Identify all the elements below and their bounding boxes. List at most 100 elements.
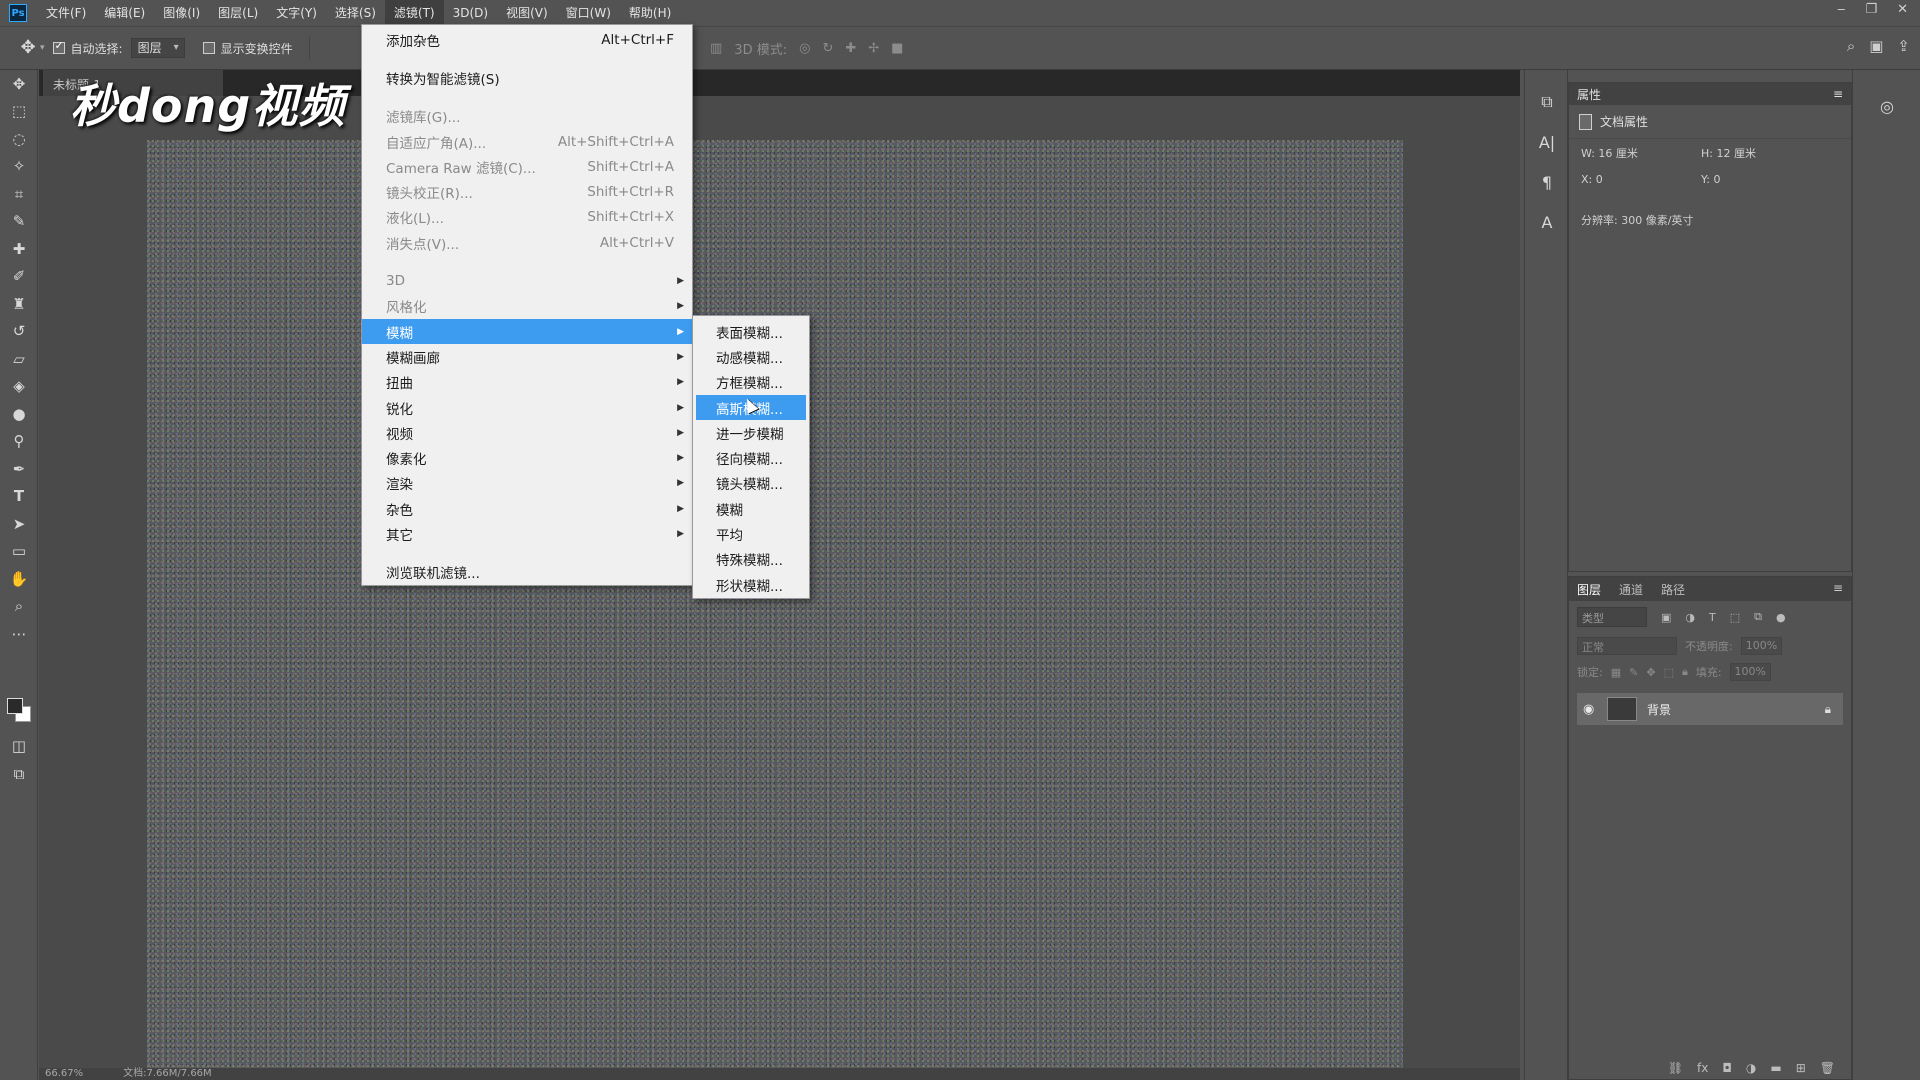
lock-artboard-icon[interactable]: ⬚ — [1664, 666, 1674, 679]
lock-position-icon[interactable]: ✥ — [1646, 666, 1655, 679]
healing-brush-tool-icon[interactable]: ✚ — [0, 235, 38, 263]
menu-item[interactable]: 3D(D) — [444, 0, 497, 26]
filter-menu-item[interactable]: 视频 ▶ — [362, 420, 692, 445]
magic-wand-tool-icon[interactable]: ✧ — [0, 153, 38, 181]
doc-y[interactable]: Y: 0 — [1701, 173, 1821, 186]
smart-object-filter-icon[interactable]: ⧉ — [1754, 610, 1762, 624]
filter-menu-item[interactable]: 锐化 ▶ — [362, 395, 692, 420]
lock-transparent-icon[interactable]: ▦ — [1611, 666, 1621, 679]
filter-menu-item[interactable]: 扭曲 ▶ — [362, 370, 692, 395]
menu-item[interactable]: 编辑(E) — [95, 0, 154, 26]
more-tools-icon[interactable]: ⋯ — [0, 620, 38, 648]
blur-submenu-item[interactable]: 镜头模糊... — [696, 471, 806, 496]
filter-menu-item[interactable]: 消失点(V)... Alt+Ctrl+V — [362, 230, 692, 255]
search-icon[interactable]: ⌕ — [1847, 37, 1855, 55]
menu-item[interactable]: 图像(I) — [154, 0, 209, 26]
glyphs-panel-icon[interactable]: A — [1525, 202, 1569, 242]
filter-menu-item[interactable]: 渲染 ▶ — [362, 471, 692, 496]
blur-submenu-item[interactable]: 形状模糊... — [696, 572, 806, 597]
opacity-field[interactable]: 100% — [1740, 637, 1783, 655]
menu-item[interactable]: 视图(V) — [497, 0, 557, 26]
character-panel-icon[interactable]: A| — [1525, 122, 1569, 162]
adjustment-layer-icon[interactable]: ◑ — [1746, 1061, 1756, 1075]
eyedropper-tool-icon[interactable]: ✎ — [0, 208, 38, 236]
pen-tool-icon[interactable]: ✒ — [0, 455, 38, 483]
menu-item[interactable]: 选择(S) — [326, 0, 385, 26]
menu-item[interactable]: 帮助(H) — [620, 0, 680, 26]
add-mask-icon[interactable]: ◘ — [1722, 1061, 1732, 1075]
fx-icon[interactable]: fx — [1697, 1061, 1708, 1075]
blur-submenu-item[interactable]: 方框模糊... — [696, 370, 806, 395]
tab-paths[interactable]: 路径 — [1661, 581, 1685, 598]
menu-item[interactable]: 窗口(W) — [557, 0, 620, 26]
layer-row-background[interactable]: ◉ 背景 🔒︎ — [1577, 693, 1843, 725]
show-transform-checkbox[interactable] — [202, 42, 215, 54]
paint-bucket-tool-icon[interactable]: ◈ — [0, 373, 38, 401]
paragraph-panel-icon[interactable]: ¶ — [1525, 162, 1569, 202]
auto-select-checkbox[interactable] — [52, 39, 65, 54]
doc-x[interactable]: X: 0 — [1581, 173, 1701, 186]
doc-width[interactable]: W: 16 厘米 — [1581, 145, 1701, 161]
filter-menu-item[interactable]: 像素化 ▶ — [362, 445, 692, 470]
layer-filter-dropdown[interactable]: 类型 — [1577, 607, 1647, 627]
filter-menu-item[interactable]: Camera Raw 滤镜(C)... Shift+Ctrl+A — [362, 154, 692, 179]
filter-menu-item[interactable]: 镜头校正(R)... Shift+Ctrl+R — [362, 179, 692, 204]
filter-menu-item[interactable]: 自适应广角(A)... Alt+Shift+Ctrl+A — [362, 129, 692, 154]
menu-item[interactable]: 文件(F) — [37, 0, 95, 26]
eraser-tool-icon[interactable]: ▱ — [0, 345, 38, 373]
filter-menu-item[interactable]: 模糊 ▶ — [362, 318, 692, 345]
screen-mode-icon[interactable]: ⧉ — [0, 760, 38, 788]
history-brush-tool-icon[interactable]: ↺ — [0, 318, 38, 346]
blur-submenu-item[interactable]: 特殊模糊... — [696, 547, 806, 572]
tab-channels[interactable]: 通道 — [1619, 581, 1643, 598]
restore-icon[interactable]: ❐ — [1865, 2, 1877, 17]
trash-icon[interactable]: 🗑︎ — [1820, 1061, 1835, 1075]
blur-submenu-item[interactable]: 径向模糊... — [696, 445, 806, 470]
quick-mask-icon[interactable]: ◫ — [0, 732, 38, 760]
fill-field[interactable]: 100% — [1729, 663, 1771, 681]
move-tool-preset-icon[interactable]: ✥ — [16, 36, 40, 60]
noise-canvas[interactable] — [147, 140, 1403, 1070]
filter-menu-item[interactable]: 杂色 ▶ — [362, 496, 692, 521]
marquee-tool-icon[interactable]: ⬚ — [0, 98, 38, 126]
new-group-icon[interactable]: ▬ — [1770, 1061, 1781, 1075]
filter-toggle-icon[interactable]: ● — [1776, 611, 1786, 624]
close-icon[interactable]: ✕ — [1897, 2, 1908, 17]
blend-mode-dropdown[interactable]: 正常 — [1577, 637, 1677, 655]
zoom-tool-icon[interactable]: ⌕ — [0, 593, 38, 621]
doc-height[interactable]: H: 12 厘米 — [1701, 145, 1821, 161]
crop-tool-icon[interactable]: ⌗ — [0, 180, 38, 208]
share-icon[interactable]: ⇪ — [1897, 37, 1910, 55]
filter-menu-item[interactable]: 添加杂色 Alt+Ctrl+F — [362, 27, 692, 52]
blur-submenu-item[interactable]: 表面模糊... — [696, 319, 806, 344]
rectangle-tool-icon[interactable]: ▭ — [0, 538, 38, 566]
filter-menu-item[interactable]: 模糊画廊 ▶ — [362, 344, 692, 369]
path-selection-tool-icon[interactable]: ➤ — [0, 510, 38, 538]
learn-panel-icon[interactable]: ◎ — [1853, 86, 1920, 126]
tab-layers[interactable]: 图层 — [1577, 581, 1601, 598]
filter-menu-item[interactable]: 3D ▶ — [362, 268, 692, 293]
link-layers-icon[interactable]: ⛓ — [1668, 1061, 1683, 1075]
filter-menu-item[interactable]: 风格化 ▶ — [362, 294, 692, 319]
filter-menu-item[interactable]: 滤镜库(G)... — [362, 104, 692, 129]
move-tool-icon[interactable]: ✥ — [0, 70, 38, 98]
blur-submenu-item[interactable]: 动感模糊... — [696, 344, 806, 369]
type-tool-icon[interactable]: T — [0, 483, 38, 511]
blur-submenu-item[interactable]: 模糊 — [696, 496, 806, 521]
properties-tab[interactable]: 属性 — [1577, 86, 1601, 103]
clone-stamp-tool-icon[interactable]: ♜ — [0, 290, 38, 318]
chevron-down-icon[interactable]: ▾ — [40, 43, 45, 53]
3d-pan-icon[interactable]: ✚ — [845, 41, 856, 56]
dodge-tool-icon[interactable]: ⚲ — [0, 428, 38, 456]
lasso-tool-icon[interactable]: ◌ — [0, 125, 38, 153]
auto-select-target-dropdown[interactable]: 图层 — [130, 38, 185, 58]
3d-roll-icon[interactable]: ↻ — [822, 41, 833, 56]
foreground-color-swatch[interactable] — [7, 698, 23, 714]
pixel-filter-icon[interactable]: ▣ — [1661, 611, 1671, 624]
blur-submenu-item[interactable]: 平均 — [696, 521, 806, 546]
panel-menu-icon[interactable]: ≡ — [1833, 87, 1843, 101]
lock-all-icon[interactable]: 🔒︎ — [1682, 665, 1688, 679]
3d-slide-icon[interactable]: ✢ — [868, 41, 879, 56]
workspace-icon[interactable]: ▣ — [1869, 37, 1883, 55]
filter-menu-item[interactable]: 浏览联机滤镜... — [362, 560, 692, 585]
